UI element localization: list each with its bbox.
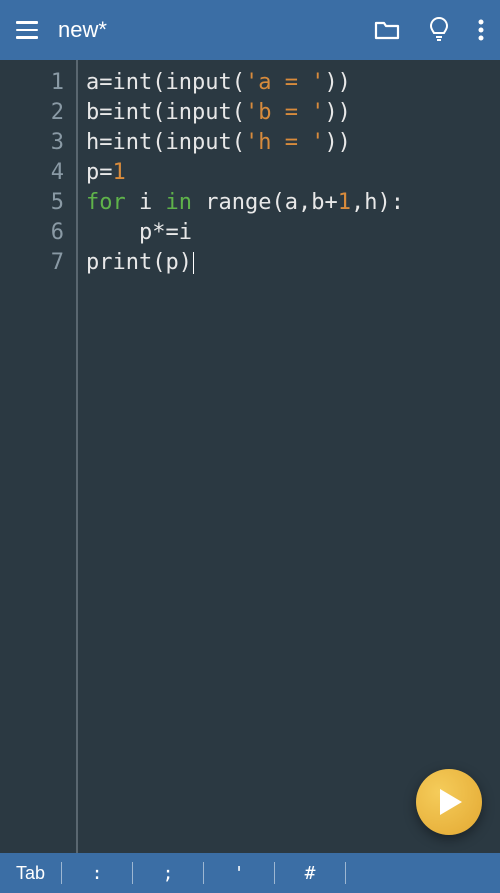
code-line[interactable]: a=int(input('a = ')) (86, 68, 500, 98)
code-line[interactable]: p*=i (86, 218, 500, 248)
menu-icon[interactable] (16, 21, 38, 39)
text-cursor (193, 252, 195, 274)
code-area[interactable]: a=int(input('a = '))b=int(input('b = '))… (78, 60, 500, 853)
line-number: 3 (0, 128, 76, 158)
line-gutter: 1234567 (0, 60, 78, 853)
header-left: new* (16, 17, 107, 43)
code-line[interactable]: h=int(input('h = ')) (86, 128, 500, 158)
line-number: 5 (0, 188, 76, 218)
folder-icon[interactable] (374, 19, 400, 41)
shortcut-bar: Tab : ; ' # (0, 853, 500, 893)
tab-key[interactable]: Tab (0, 853, 61, 893)
code-line[interactable]: for i in range(a,b+1,h): (86, 188, 500, 218)
code-editor[interactable]: 1234567 a=int(input('a = '))b=int(input(… (0, 60, 500, 853)
line-number: 1 (0, 68, 76, 98)
more-icon[interactable] (478, 18, 484, 42)
lightbulb-icon[interactable] (428, 16, 450, 44)
colon-key[interactable]: : (62, 853, 132, 893)
semicolon-key[interactable]: ; (133, 853, 203, 893)
hash-key[interactable]: # (275, 853, 345, 893)
app-header: new* (0, 0, 500, 60)
file-title: new* (58, 17, 107, 43)
header-right (374, 16, 484, 44)
line-number: 2 (0, 98, 76, 128)
line-number: 7 (0, 248, 76, 278)
quote-key[interactable]: ' (204, 853, 274, 893)
run-button[interactable] (416, 769, 482, 835)
line-number: 4 (0, 158, 76, 188)
code-line[interactable]: p=1 (86, 158, 500, 188)
line-number: 6 (0, 218, 76, 248)
code-line[interactable]: print(p) (86, 248, 500, 278)
code-line[interactable]: b=int(input('b = ')) (86, 98, 500, 128)
